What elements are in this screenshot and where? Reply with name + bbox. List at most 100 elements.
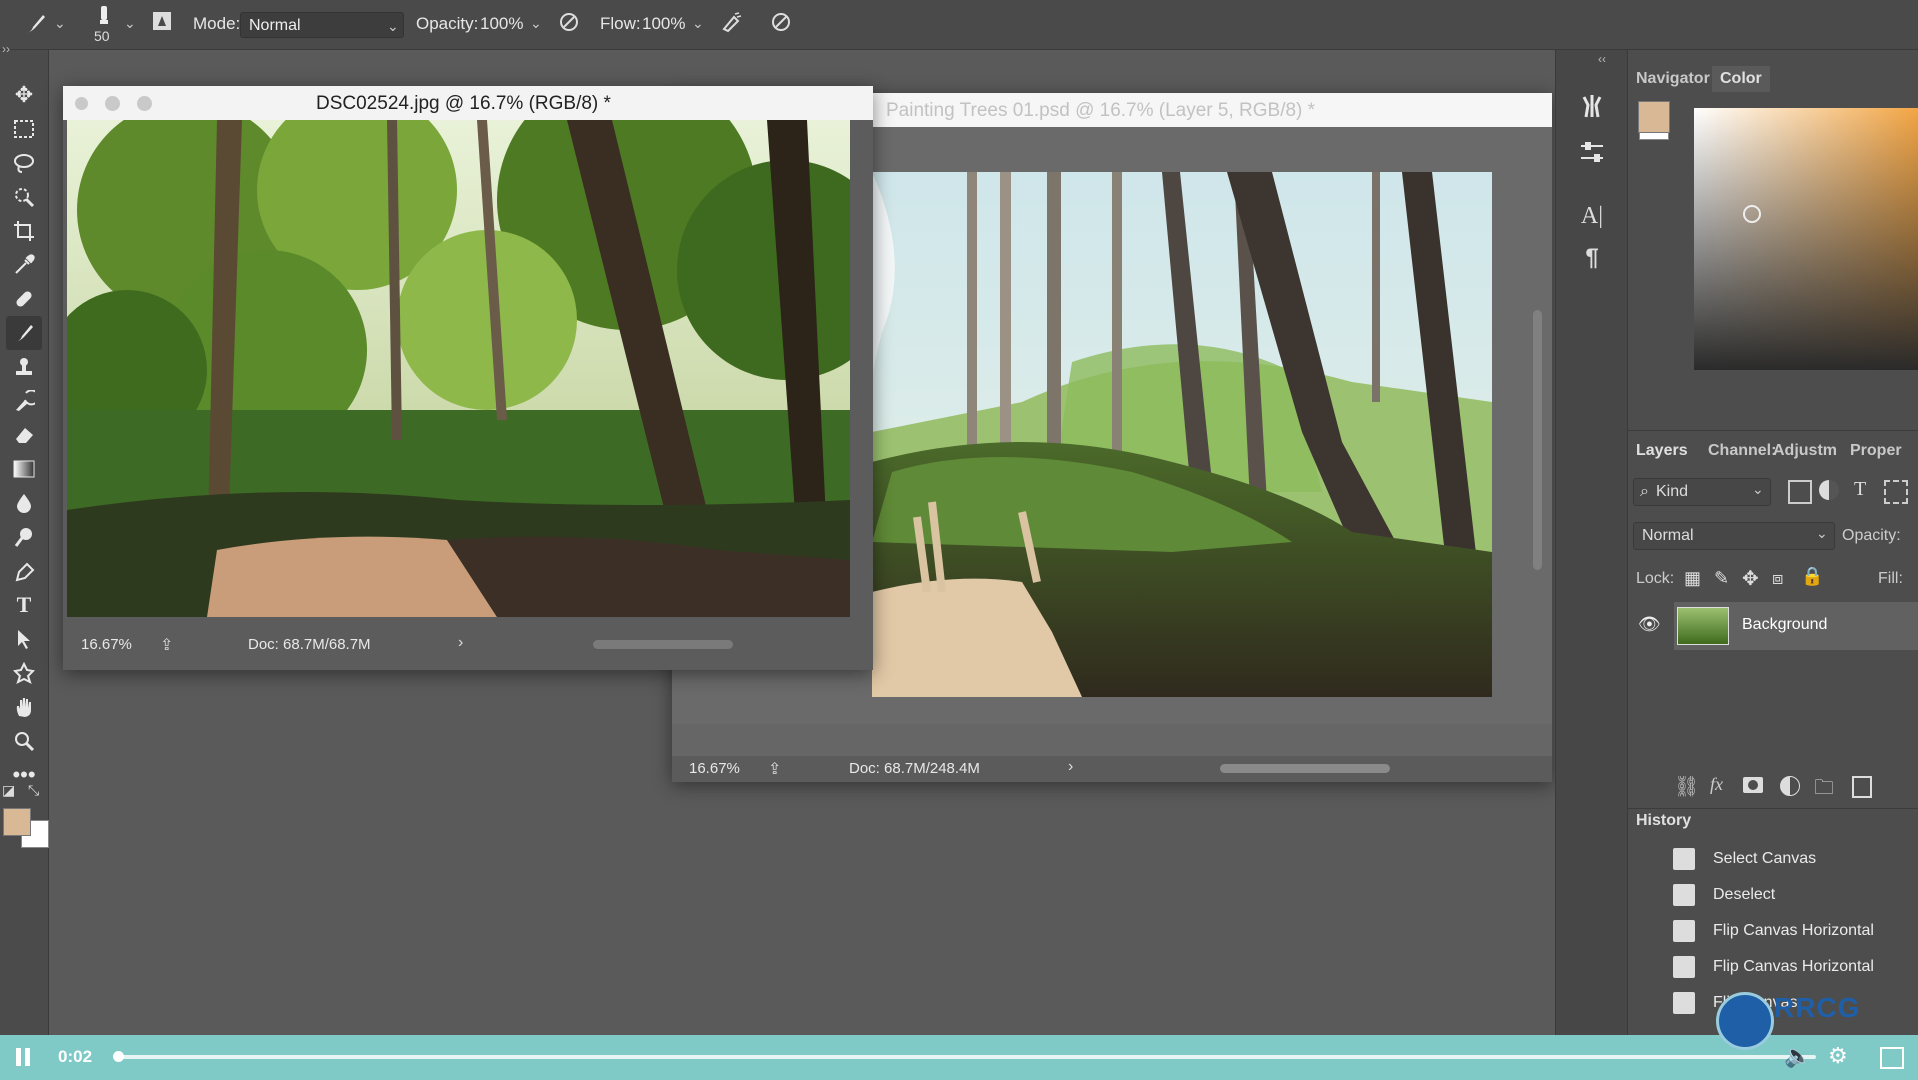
lock-transparent-icon[interactable]: ▦ — [1684, 568, 1701, 589]
maximize-window-button[interactable] — [137, 96, 152, 111]
collapse-arrows-icon[interactable]: ‹‹ — [1598, 52, 1606, 66]
layer-row[interactable]: Background — [1674, 602, 1918, 650]
quick-selection-tool-icon[interactable] — [6, 180, 42, 214]
eraser-tool-icon[interactable] — [6, 418, 42, 452]
brush-settings-panel-icon[interactable] — [1576, 136, 1608, 168]
horizontal-scrollbar-thumb[interactable] — [1220, 764, 1390, 773]
share-icon[interactable]: ⇪ — [160, 635, 173, 655]
filter-adjustment-layer-icon[interactable] — [1819, 480, 1839, 500]
collapse-arrows-icon[interactable]: ›› — [2, 42, 10, 56]
color-picker-cursor[interactable] — [1743, 205, 1761, 223]
filter-pixel-layer-icon[interactable] — [1788, 480, 1812, 504]
lock-image-pixels-icon[interactable]: ✎ — [1714, 568, 1729, 589]
chevron-down-icon[interactable]: ⌄ — [530, 15, 542, 32]
zoom-level[interactable]: 16.67% — [81, 636, 132, 653]
watermark-circle-icon — [1716, 992, 1774, 1050]
tab-channels[interactable]: Channel: — [1708, 442, 1776, 460]
vertical-scrollbar-thumb[interactable] — [1533, 310, 1542, 570]
lock-artboard-icon[interactable]: ⧈ — [1772, 568, 1783, 589]
search-icon: ⌕ — [1640, 483, 1649, 500]
painting-canvas[interactable] — [872, 172, 1492, 697]
layer-name: Background — [1742, 616, 1828, 633]
gradient-tool-icon[interactable] — [6, 452, 42, 486]
path-selection-tool-icon[interactable] — [6, 622, 42, 656]
default-colors-icon[interactable]: ◪ — [2, 782, 15, 799]
lasso-tool-icon[interactable] — [6, 146, 42, 180]
opacity-value[interactable]: 100% — [480, 14, 523, 34]
tab-color[interactable]: Color — [1712, 66, 1770, 92]
foreground-color-swatch[interactable] — [1638, 101, 1670, 133]
pressure-opacity-icon[interactable] — [556, 9, 582, 35]
history-item[interactable]: Deselect — [1628, 877, 1918, 913]
brush-tool-icon[interactable] — [6, 316, 42, 350]
layer-kind-filter[interactable]: ⌕ Kind ⌄ — [1633, 478, 1771, 506]
lock-position-icon[interactable]: ✥ — [1742, 566, 1759, 591]
pressure-size-icon[interactable] — [768, 9, 794, 35]
history-item[interactable]: Flip Canvas Horizontal — [1628, 913, 1918, 949]
healing-brush-tool-icon[interactable] — [6, 282, 42, 316]
zoom-level[interactable]: 16.67% — [689, 760, 740, 777]
mode-select[interactable]: Normal ⌄ — [240, 12, 404, 38]
eyedropper-tool-icon[interactable] — [6, 248, 42, 282]
chevron-down-icon[interactable]: ⌄ — [54, 15, 66, 32]
chevron-right-icon[interactable]: › — [458, 634, 463, 652]
type-tool-icon[interactable]: T — [6, 588, 42, 622]
tab-navigator[interactable]: Navigator — [1636, 70, 1710, 88]
brush-presets-icon[interactable] — [1576, 90, 1608, 122]
document-tab-photo[interactable]: DSC02524.jpg @ 16.7% (RGB/8) * — [63, 86, 873, 120]
new-adjustment-layer-icon[interactable] — [1780, 776, 1800, 796]
brush-settings-icon[interactable] — [149, 8, 175, 34]
blur-tool-icon[interactable] — [6, 486, 42, 520]
marquee-tool-icon[interactable] — [6, 112, 42, 146]
visibility-eye-icon[interactable]: 👁 — [1638, 614, 1661, 635]
history-item[interactable]: Select Canvas — [1628, 841, 1918, 877]
chevron-down-icon[interactable]: ⌄ — [692, 15, 704, 32]
history-brush-tool-icon[interactable] — [6, 384, 42, 418]
photo-canvas[interactable] — [67, 120, 850, 617]
fullscreen-icon[interactable] — [1880, 1047, 1904, 1069]
tab-layers[interactable]: Layers — [1636, 442, 1688, 460]
pause-icon[interactable] — [16, 1048, 21, 1066]
video-progress-track[interactable] — [116, 1055, 1816, 1059]
add-mask-icon[interactable] — [1743, 777, 1763, 793]
crop-tool-icon[interactable] — [6, 214, 42, 248]
history-item[interactable]: Flip Canvas Horizontal — [1628, 949, 1918, 985]
flow-value[interactable]: 100% — [642, 14, 685, 34]
video-progress-handle[interactable] — [113, 1051, 124, 1062]
layer-style-fx-icon[interactable]: fx — [1710, 774, 1723, 795]
character-panel-icon[interactable]: A| — [1576, 200, 1608, 232]
minimize-window-button[interactable] — [105, 96, 120, 111]
hand-tool-icon[interactable] — [6, 690, 42, 724]
chevron-right-icon[interactable]: › — [1068, 758, 1073, 776]
dodge-tool-icon[interactable] — [6, 520, 42, 554]
custom-shape-tool-icon[interactable] — [6, 656, 42, 690]
history-panel-title[interactable]: History — [1636, 812, 1691, 830]
color-picker-field[interactable] — [1694, 108, 1918, 370]
zoom-tool-icon[interactable] — [6, 724, 42, 758]
pen-tool-icon[interactable] — [6, 554, 42, 588]
horizontal-scrollbar-thumb[interactable] — [593, 640, 733, 649]
swap-colors-icon[interactable]: ⤡ — [28, 782, 39, 799]
brush-tool-preset-icon[interactable] — [22, 10, 50, 38]
move-tool-icon[interactable]: ✥ — [6, 78, 42, 112]
tab-adjustments[interactable]: Adjustm — [1773, 442, 1837, 460]
filter-shape-layer-icon[interactable] — [1884, 480, 1908, 504]
chevron-down-icon[interactable]: ⌄ — [124, 15, 136, 32]
airbrush-icon[interactable] — [718, 9, 744, 35]
layer-blend-mode-select[interactable]: Normal ⌄ — [1633, 522, 1835, 550]
tab-properties[interactable]: Proper — [1850, 442, 1902, 460]
new-group-folder-icon[interactable]: 🗀 — [1814, 773, 1834, 807]
history-item-label: Deselect — [1713, 886, 1776, 903]
document-window-photo[interactable]: DSC02524.jpg @ 16.7% (RGB/8) * 16.67% ⇪ … — [63, 86, 873, 670]
brush-tip-icon[interactable] — [92, 2, 116, 30]
link-layers-icon[interactable]: ⛓ — [1674, 774, 1699, 799]
clone-stamp-tool-icon[interactable] — [6, 350, 42, 384]
share-icon[interactable]: ⇪ — [768, 759, 781, 779]
filter-type-layer-icon[interactable]: T — [1854, 478, 1866, 501]
new-layer-icon[interactable] — [1852, 776, 1872, 798]
foreground-color-swatch[interactable] — [3, 808, 31, 836]
close-window-button[interactable] — [75, 97, 88, 110]
pause-icon[interactable] — [25, 1048, 30, 1066]
lock-all-icon[interactable]: 🔒 — [1801, 566, 1823, 587]
paragraph-panel-icon[interactable]: ¶ — [1576, 242, 1608, 274]
